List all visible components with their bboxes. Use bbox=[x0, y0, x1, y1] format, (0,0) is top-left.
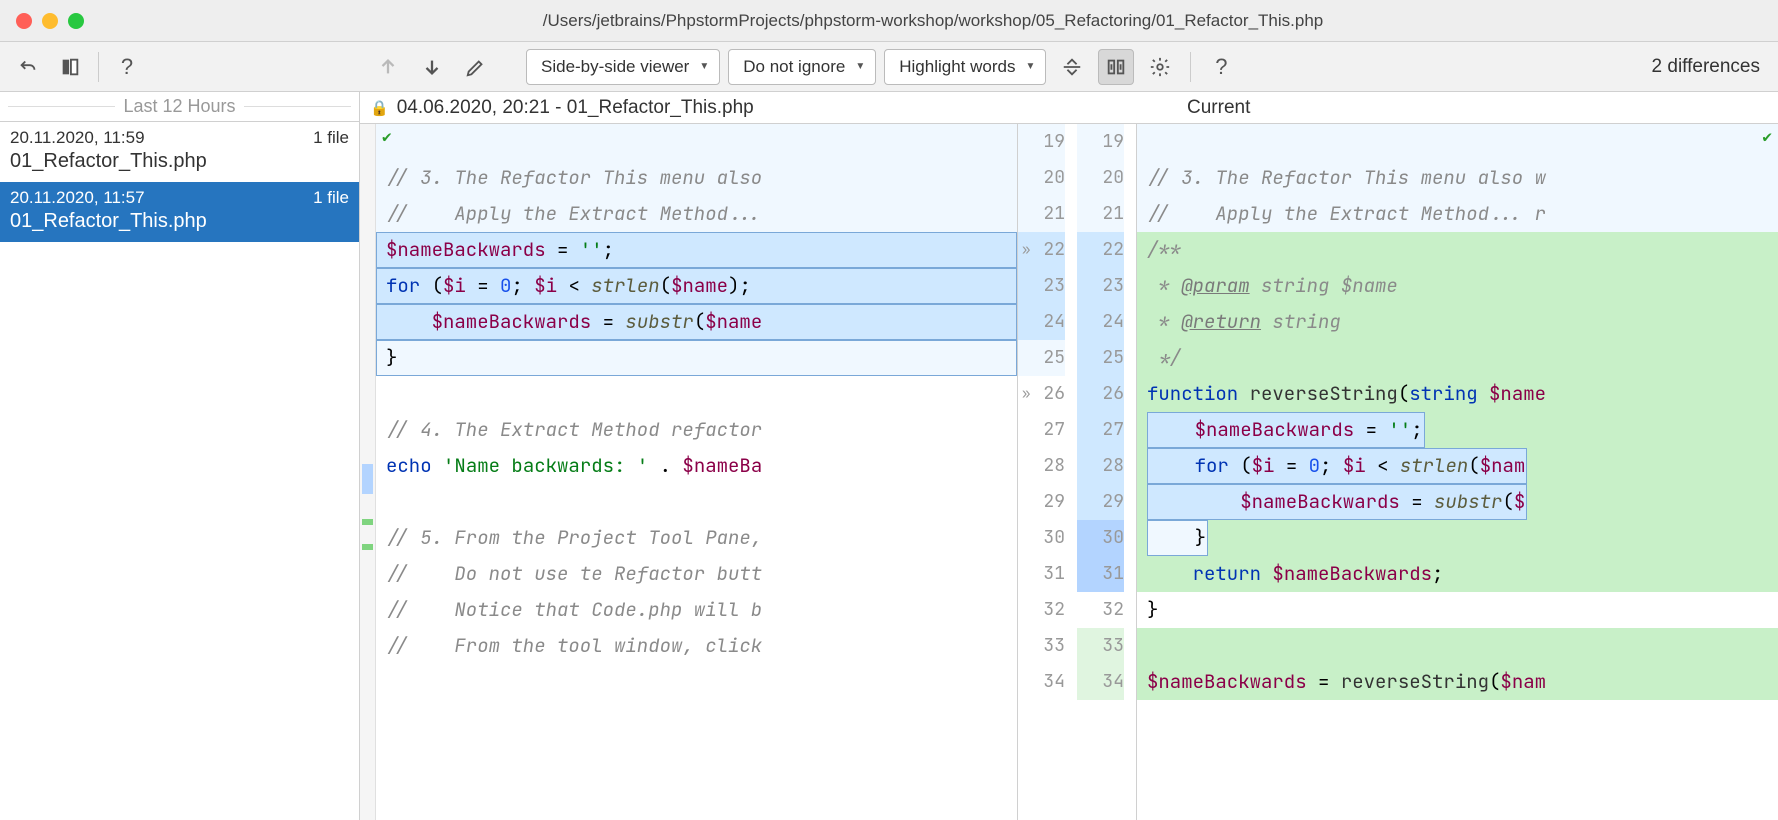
prev-diff-button[interactable] bbox=[370, 49, 406, 85]
chevron-down-icon: ▼ bbox=[699, 61, 709, 72]
history-meta: 1 file bbox=[313, 128, 349, 148]
inspections-ok-icon: ✔ bbox=[382, 126, 392, 147]
inspections-ok-icon: ✔ bbox=[1762, 126, 1772, 147]
history-meta: 1 file bbox=[313, 188, 349, 208]
history-file: 01_Refactor_This.php bbox=[10, 150, 349, 173]
left-minimap[interactable] bbox=[360, 124, 376, 820]
sync-scroll-button[interactable] bbox=[1098, 49, 1134, 85]
revert-button[interactable] bbox=[10, 49, 46, 85]
history-item[interactable]: 20.11.2020, 11:59 1 file 01_Refactor_Thi… bbox=[0, 122, 359, 182]
window-controls bbox=[16, 13, 84, 29]
left-pane-title: 04.06.2020, 20:21 - 01_Refactor_This.php bbox=[397, 97, 754, 119]
chevron-down-icon: ▼ bbox=[855, 61, 865, 72]
right-gutter: 19 20 21 22 23 24 25 26 27 28 29 30 31 3… bbox=[1077, 124, 1137, 820]
highlight-mode-label: Highlight words bbox=[899, 57, 1015, 77]
diff-count-label: 2 differences bbox=[1652, 56, 1768, 78]
titlebar: /Users/jetbrains/PhpstormProjects/phpsto… bbox=[0, 0, 1778, 42]
history-timestamp: 20.11.2020, 11:59 bbox=[10, 128, 145, 148]
history-timestamp: 20.11.2020, 11:57 bbox=[10, 188, 145, 208]
chevron-down-icon: ▼ bbox=[1025, 61, 1035, 72]
help-button[interactable]: ? bbox=[109, 49, 145, 85]
minimize-window-button[interactable] bbox=[42, 13, 58, 29]
left-pane-header: 🔒 04.06.2020, 20:21 - 01_Refactor_This.p… bbox=[360, 92, 961, 123]
diff-window: /Users/jetbrains/PhpstormProjects/phpsto… bbox=[0, 0, 1778, 820]
gear-icon bbox=[1149, 56, 1171, 78]
left-code-pane[interactable]: ✔ // 3. The Refactor This menu also // A… bbox=[376, 124, 1017, 820]
close-window-button[interactable] bbox=[16, 13, 32, 29]
right-pane-title: Current bbox=[1187, 97, 1250, 119]
code-line bbox=[376, 124, 1017, 160]
ignore-mode-dropdown[interactable]: Do not ignore ▼ bbox=[728, 49, 876, 85]
history-file: 01_Refactor_This.php bbox=[10, 210, 349, 233]
diff-help-button[interactable]: ? bbox=[1203, 49, 1239, 85]
highlight-mode-dropdown[interactable]: Highlight words ▼ bbox=[884, 49, 1046, 85]
settings-button[interactable] bbox=[1142, 49, 1178, 85]
viewer-mode-label: Side-by-side viewer bbox=[541, 57, 689, 77]
viewer-mode-dropdown[interactable]: Side-by-side viewer ▼ bbox=[526, 49, 720, 85]
line-number-gutters: 19 20 21 »22 23 24 25 »26 27 28 29 30 31… bbox=[1017, 124, 1137, 820]
right-pane-header: Current bbox=[1177, 92, 1778, 123]
history-sidebar: Last 12 Hours 20.11.2020, 11:59 1 file 0… bbox=[0, 92, 360, 820]
next-diff-button[interactable] bbox=[414, 49, 450, 85]
toolbar: ? Side-by-side viewer ▼ Do not ignore ▼ bbox=[0, 42, 1778, 92]
edit-button[interactable] bbox=[458, 49, 494, 85]
diff-area: 🔒 04.06.2020, 20:21 - 01_Refactor_This.p… bbox=[360, 92, 1778, 820]
right-code-pane[interactable]: ✔ // 3. The Refactor This menu also w //… bbox=[1137, 124, 1778, 820]
window-title: /Users/jetbrains/PhpstormProjects/phpsto… bbox=[104, 11, 1762, 31]
history-item[interactable]: 20.11.2020, 11:57 1 file 01_Refactor_Thi… bbox=[0, 182, 359, 242]
lock-icon: 🔒 bbox=[370, 99, 389, 117]
show-diff-button[interactable] bbox=[52, 49, 88, 85]
apply-change-icon[interactable]: » bbox=[1022, 232, 1030, 268]
apply-change-icon[interactable]: » bbox=[1022, 376, 1030, 412]
maximize-window-button[interactable] bbox=[68, 13, 84, 29]
collapse-unchanged-button[interactable] bbox=[1054, 49, 1090, 85]
sidebar-header: Last 12 Hours bbox=[0, 92, 359, 122]
left-gutter: 19 20 21 »22 23 24 25 »26 27 28 29 30 31… bbox=[1017, 124, 1077, 820]
ignore-mode-label: Do not ignore bbox=[743, 57, 845, 77]
